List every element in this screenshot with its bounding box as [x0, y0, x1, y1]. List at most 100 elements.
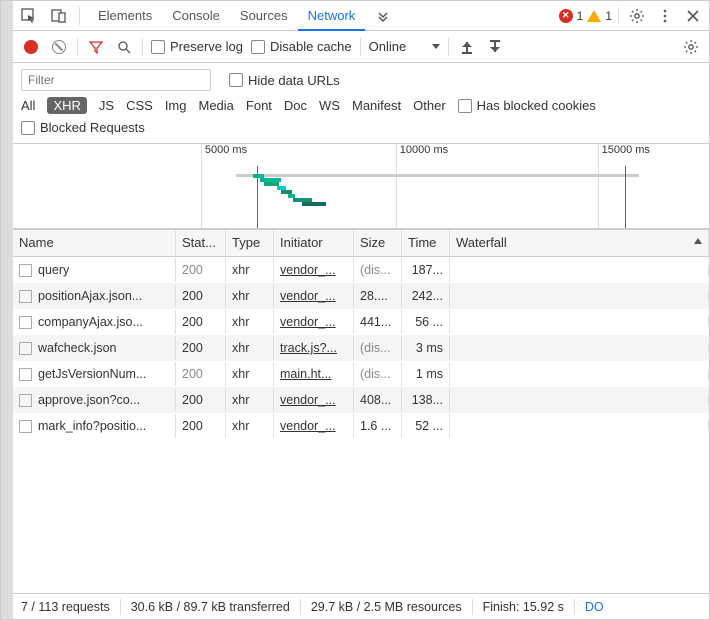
- type-filter-ws[interactable]: WS: [319, 98, 340, 113]
- request-type: xhr: [226, 336, 274, 360]
- panel-settings-gear-icon[interactable]: [681, 37, 701, 57]
- request-name: companyAjax.jso...: [38, 315, 143, 329]
- table-row[interactable]: query200xhrvendor_...(dis...187...: [13, 257, 709, 283]
- separator: [79, 7, 80, 25]
- table-row[interactable]: approve.json?co...200xhrvendor_...408...…: [13, 387, 709, 413]
- col-waterfall[interactable]: Waterfall: [450, 230, 709, 256]
- table-row[interactable]: companyAjax.jso...200xhrvendor_...441...…: [13, 309, 709, 335]
- separator: [142, 38, 143, 56]
- status-requests: 7 / 113 requests: [21, 600, 110, 614]
- tabs-overflow-icon[interactable]: [371, 4, 395, 28]
- warning-badge-icon[interactable]: [587, 10, 601, 22]
- col-time[interactable]: Time: [402, 230, 450, 256]
- top-tabs: ElementsConsoleSourcesNetwork ✕ 1 1: [13, 1, 709, 31]
- tab-network[interactable]: Network: [298, 1, 366, 31]
- request-size: 408...: [354, 388, 402, 412]
- initiator-link[interactable]: main.ht...: [280, 367, 331, 381]
- error-badge-icon[interactable]: ✕: [559, 9, 573, 23]
- col-size[interactable]: Size: [354, 230, 402, 256]
- request-time: 138...: [402, 388, 450, 412]
- type-filter-media[interactable]: Media: [198, 98, 233, 113]
- separator: [574, 599, 575, 615]
- search-icon[interactable]: [114, 37, 134, 57]
- network-toolbar: Preserve log Disable cache Online: [13, 31, 709, 63]
- throttle-select[interactable]: Online: [369, 39, 441, 54]
- device-toggle-icon[interactable]: [47, 4, 71, 28]
- col-type[interactable]: Type: [226, 230, 274, 256]
- timeline-overview[interactable]: 5000 ms10000 ms15000 ms: [13, 144, 709, 229]
- close-icon[interactable]: [681, 4, 705, 28]
- col-initiator[interactable]: Initiator: [274, 230, 354, 256]
- gear-icon[interactable]: [625, 4, 649, 28]
- request-size: 441...: [354, 310, 402, 334]
- has-blocked-cookies-checkbox[interactable]: Has blocked cookies: [458, 98, 596, 113]
- clear-button[interactable]: [49, 37, 69, 57]
- initiator-link[interactable]: vendor_...: [280, 289, 336, 303]
- chevron-down-icon: [432, 44, 440, 49]
- col-status[interactable]: Stat...: [176, 230, 226, 256]
- upload-har-icon[interactable]: [457, 37, 477, 57]
- request-time: 242...: [402, 284, 450, 308]
- request-size: 28....: [354, 284, 402, 308]
- table-row[interactable]: positionAjax.json...200xhrvendor_...28..…: [13, 283, 709, 309]
- request-type: xhr: [226, 388, 274, 412]
- initiator-link[interactable]: vendor_...: [280, 315, 336, 329]
- request-status: 200: [176, 284, 226, 308]
- request-name: mark_info?positio...: [38, 419, 146, 433]
- type-filter-css[interactable]: CSS: [126, 98, 153, 113]
- type-filter-xhr[interactable]: XHR: [47, 97, 86, 114]
- request-name: query: [38, 263, 69, 277]
- request-time: 56 ...: [402, 310, 450, 334]
- timeline-tick: 15000 ms: [598, 144, 650, 229]
- initiator-link[interactable]: track.js?...: [280, 341, 337, 355]
- request-table: Name Stat... Type Initiator Size Time Wa…: [13, 229, 709, 593]
- type-filter-other[interactable]: Other: [413, 98, 446, 113]
- download-har-icon[interactable]: [485, 37, 505, 57]
- tab-sources[interactable]: Sources: [230, 1, 298, 31]
- tab-console[interactable]: Console: [162, 1, 230, 31]
- preserve-log-checkbox[interactable]: Preserve log: [151, 39, 243, 54]
- type-filter-js[interactable]: JS: [99, 98, 114, 113]
- record-button[interactable]: [21, 37, 41, 57]
- error-count[interactable]: 1: [577, 9, 584, 23]
- dock-gutter: [1, 1, 13, 619]
- request-status: 200: [176, 336, 226, 360]
- separator: [77, 38, 78, 56]
- warning-count[interactable]: 1: [605, 9, 612, 23]
- request-time: 187...: [402, 258, 450, 282]
- hide-data-urls-checkbox[interactable]: Hide data URLs: [229, 73, 340, 88]
- table-row[interactable]: wafcheck.json200xhrtrack.js?...(dis...3 …: [13, 335, 709, 361]
- filter-input[interactable]: [21, 69, 211, 91]
- type-filter-all[interactable]: All: [21, 98, 35, 113]
- type-filter-manifest[interactable]: Manifest: [352, 98, 401, 113]
- disable-cache-label: Disable cache: [270, 39, 352, 54]
- disable-cache-checkbox[interactable]: Disable cache: [251, 39, 352, 54]
- type-filter-doc[interactable]: Doc: [284, 98, 307, 113]
- resource-type-filter: All XHR JS CSS Img Media Font Doc WS Manifest Othe…: [13, 93, 709, 120]
- status-bar: 7 / 113 requests 30.6 kB / 89.7 kB trans…: [13, 593, 709, 619]
- type-filter-font[interactable]: Font: [246, 98, 272, 113]
- type-filter-img[interactable]: Img: [165, 98, 187, 113]
- table-row[interactable]: mark_info?positio...200xhrvendor_...1.6 …: [13, 413, 709, 439]
- request-size: (dis...: [354, 336, 402, 360]
- initiator-link[interactable]: vendor_...: [280, 263, 336, 277]
- col-name[interactable]: Name: [13, 230, 176, 256]
- filter-row: Hide data URLs: [13, 63, 709, 93]
- filter-icon[interactable]: [86, 37, 106, 57]
- timeline-tick: 10000 ms: [396, 144, 448, 229]
- kebab-menu-icon[interactable]: [653, 4, 677, 28]
- initiator-link[interactable]: vendor_...: [280, 393, 336, 407]
- status-domcontent: DO: [585, 600, 604, 614]
- status-resources: 29.7 kB / 2.5 MB resources: [311, 600, 462, 614]
- blocked-requests-checkbox[interactable]: Blocked Requests: [21, 120, 145, 135]
- blocked-requests-label: Blocked Requests: [40, 120, 145, 135]
- request-size: 1.6 ...: [354, 414, 402, 438]
- tab-elements[interactable]: Elements: [88, 1, 162, 31]
- initiator-link[interactable]: vendor_...: [280, 419, 336, 433]
- inspect-icon[interactable]: [17, 4, 41, 28]
- throttle-value: Online: [369, 39, 407, 54]
- table-row[interactable]: getJsVersionNum...200xhrmain.ht...(dis..…: [13, 361, 709, 387]
- separator: [618, 7, 619, 25]
- request-name: positionAjax.json...: [38, 289, 142, 303]
- file-icon: [19, 368, 32, 381]
